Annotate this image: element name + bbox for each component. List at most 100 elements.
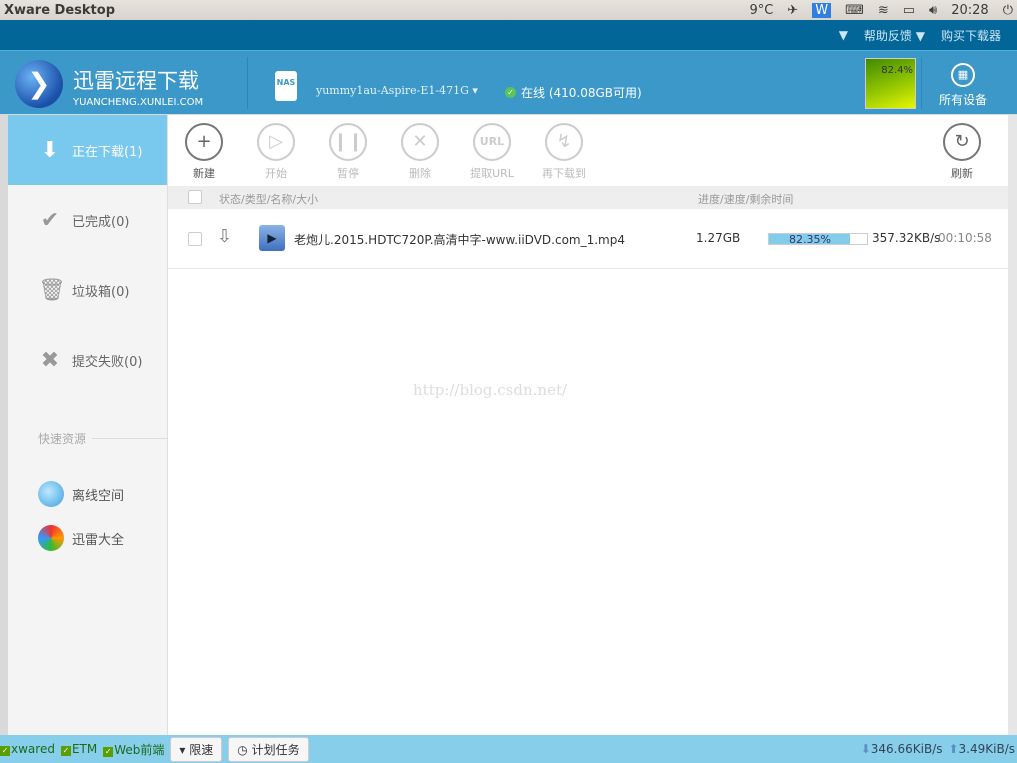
divider (921, 57, 922, 109)
redownload-label: 再下载到 (542, 167, 586, 180)
quick-label: 迅雷大全 (72, 532, 125, 548)
buy-downloader-link[interactable]: 购买下载器 (941, 27, 1001, 44)
nav-label: 提交失败(0) (72, 354, 143, 370)
video-file-icon: ▶ (259, 225, 285, 251)
offline-space-link[interactable]: 离线空间 (38, 481, 124, 507)
progress-text: 82.35% (789, 233, 831, 246)
pause-label: 暂停 (337, 167, 359, 180)
power-icon[interactable]: ⏻ (1003, 3, 1013, 18)
delete-button[interactable]: ✕ 删除 (390, 123, 450, 181)
system-tray: 9°C ✈ W ⌨ ≋ ▭ 🔊︎ 20:28 ⏻ (749, 2, 1013, 18)
plus-icon: + (185, 123, 223, 161)
sidebar-item-downloading[interactable]: ⬇ 正在下载(1) (8, 115, 167, 185)
table-header: 状态/类型/名称/大小 进度/速度/剩余时间 (168, 186, 1008, 209)
download-status-icon: ⇩ (217, 226, 233, 247)
nas-icon: NAS (275, 71, 297, 101)
wps-icon[interactable]: W (812, 2, 832, 18)
check-icon: ✓ (103, 746, 114, 757)
brand-url: YUANCHENG.XUNLEI.COM (73, 97, 204, 108)
refresh-button[interactable]: ↻ 刷新 (932, 123, 992, 181)
quick-resources-heading: 快速资源 (38, 430, 168, 447)
down-arrow-icon: ⬇ (860, 742, 871, 756)
redownload-button[interactable]: ↯ 再下载到 (534, 123, 594, 181)
web-label: Web前端 (114, 742, 165, 757)
start-button[interactable]: ▷ 开始 (246, 123, 306, 181)
trash-icon: 🗑︎ (38, 277, 66, 303)
online-check-icon: ✓ (505, 87, 516, 98)
pause-button[interactable]: ❙❙ 暂停 (318, 123, 378, 181)
xunlei-logo: ❯ (15, 60, 63, 108)
quick-label: 离线空间 (72, 488, 125, 504)
progress-bar: 82.35% (768, 233, 868, 246)
all-devices-button[interactable]: ▦ 所有设备 (935, 63, 991, 108)
schedule-label: 计划任务 (251, 742, 300, 757)
new-button[interactable]: + 新建 (174, 123, 234, 181)
column-header-progress: 进度/速度/剩余时间 (698, 193, 794, 206)
select-all-checkbox[interactable] (188, 190, 202, 204)
scrollbar[interactable] (1008, 115, 1017, 735)
devices-icon: ▦ (951, 63, 975, 87)
web-frontend-status: ✓ Web前端 (103, 741, 164, 758)
brand-name: 迅雷远程下载 (73, 69, 199, 93)
xunlei-daquan-icon (38, 525, 64, 551)
download-speed: 357.32KB/s (872, 231, 941, 245)
keyboard-icon[interactable]: ⌨ (845, 3, 864, 18)
speed-graph[interactable]: 82.4% (865, 58, 916, 109)
device-status: ✓ 在线 (410.08GB可用) (505, 84, 642, 101)
xwared-label: xwared (11, 742, 55, 756)
down-value: 346.66KiB/s (870, 742, 943, 756)
limit-label: 限速 (189, 742, 214, 757)
scheduled-task-button[interactable]: ◷ 计划任务 (228, 736, 309, 762)
main-panel: + 新建 ▷ 开始 ❙❙ 暂停 ✕ 删除 URL 提取URL ↯ 再下载到 ↻ 刷新 状态/类… (168, 115, 1008, 735)
system-top-panel: Xware Desktop 9°C ✈ W ⌨ ≋ ▭ 🔊︎ 20:28 ⏻ (0, 0, 1017, 20)
table-row[interactable]: ⇩ ▶ 老炮儿.2015.HDTC720P.高清中字-www.iiDVD.com… (168, 209, 1008, 269)
transfer-speeds: ⬇346.66KiB/s ⬆3.49KiB/s (861, 742, 1017, 756)
extract-label: 提取URL (470, 167, 514, 180)
new-label: 新建 (193, 167, 215, 180)
help-feedback-link[interactable]: 帮助反馈 ▼ (864, 27, 925, 44)
up-arrow-icon: ⬆ (948, 742, 959, 756)
volume-icon[interactable]: 🔊︎ (929, 3, 937, 18)
clock[interactable]: 20:28 (951, 3, 988, 18)
upload-speed-total: ⬆3.49KiB/s (948, 742, 1015, 756)
clock-icon: ◷ (237, 742, 248, 757)
sidebar-item-completed[interactable]: ✔ 已完成(0) (8, 185, 167, 255)
weather-indicator[interactable]: 9°C (749, 3, 773, 18)
x-icon: ✖ (40, 347, 60, 373)
speed-limit-button[interactable]: ▾ 限速 (170, 736, 223, 762)
xwared-status: ✓ xwared (0, 742, 55, 756)
delete-label: 删除 (409, 167, 431, 180)
brand: 迅雷远程下载 YUANCHENG.XUNLEI.COM (73, 65, 203, 108)
refresh-icon: ↻ (943, 123, 981, 161)
up-value: 3.49KiB/s (958, 742, 1015, 756)
device-name: yummy1au-Aspire-E1-471G (316, 84, 469, 97)
close-icon: ✕ (401, 123, 439, 161)
row-checkbox[interactable] (188, 232, 202, 246)
check-icon: ✓ (60, 746, 71, 756)
divider (247, 57, 248, 109)
file-name: 老炮儿.2015.HDTC720P.高清中字-www.iiDVD.com_1.m… (294, 233, 625, 247)
sidebar-item-trash[interactable]: 🗑︎ 垃圾箱(0) (8, 255, 167, 325)
top-nav-bar: ▼ 帮助反馈 ▼ 购买下载器 (0, 20, 1017, 50)
bird-icon[interactable]: ✈ (787, 3, 798, 18)
check-icon: ✔ (40, 207, 60, 233)
redownload-icon: ↯ (545, 123, 583, 161)
dropdown-icon[interactable]: ▼ (839, 28, 848, 42)
window-title: Xware Desktop (4, 2, 116, 18)
device-selector[interactable]: yummy1au-Aspire-E1-471G ▾ (316, 84, 478, 97)
sidebar: ⬇ 正在下载(1) ✔ 已完成(0) 🗑︎ 垃圾箱(0) ✖ 提交失败(0) 快速资源 … (8, 115, 168, 735)
nav-label: 正在下载(1) (72, 144, 143, 160)
etm-status: ✓ ETM (60, 742, 97, 756)
check-icon: ✓ (0, 746, 10, 756)
refresh-label: 刷新 (951, 167, 973, 180)
xunlei-daquan-link[interactable]: 迅雷大全 (38, 525, 124, 551)
file-size: 1.27GB (696, 231, 741, 245)
status-text: 在线 (410.08GB可用) (521, 86, 642, 100)
battery-icon[interactable]: ▭ (903, 3, 915, 18)
status-bar: ✓ xwared ✓ ETM ✓ Web前端 ▾ 限速 ◷ 计划任务 ⬇346.66K… (0, 735, 1017, 763)
watermark: http://blog.csdn.net/ (413, 381, 568, 399)
sidebar-item-failed[interactable]: ✖ 提交失败(0) (8, 325, 167, 395)
extract-url-button[interactable]: URL 提取URL (462, 123, 522, 181)
wifi-icon[interactable]: ≋ (878, 3, 889, 18)
nav-label: 垃圾箱(0) (72, 284, 130, 300)
